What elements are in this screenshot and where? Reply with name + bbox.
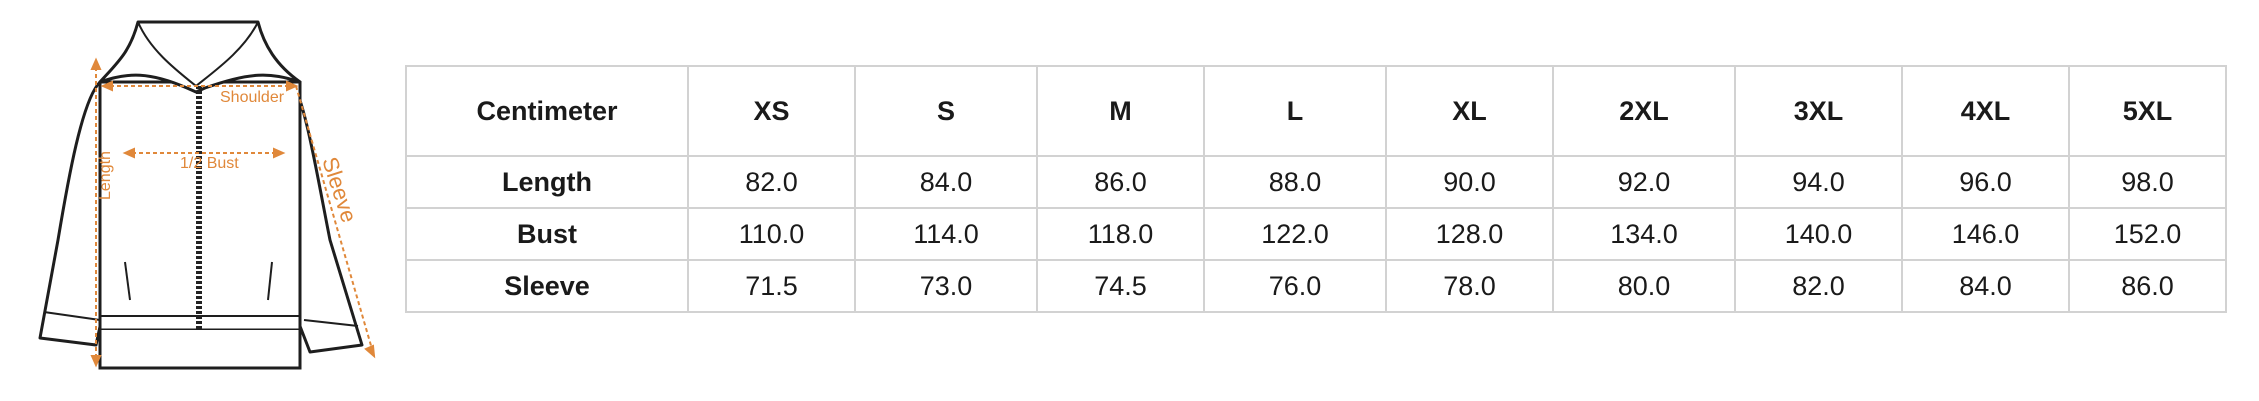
hoodie-measurement-diagram: Shoulder 1/2 Bust Length Sleeve (0, 0, 380, 401)
column-header-size: M (1036, 65, 1205, 157)
table-cell: 74.5 (1036, 259, 1205, 313)
hoodie-illustration: Shoulder 1/2 Bust Length Sleeve (38, 20, 376, 370)
table-cell: 80.0 (1552, 259, 1736, 313)
column-header-size: 4XL (1901, 65, 2070, 157)
column-header-size: S (854, 65, 1038, 157)
table-row: Bust 110.0 114.0 118.0 122.0 128.0 134.0… (405, 207, 2227, 261)
table-cell: 152.0 (2068, 207, 2227, 261)
table-cell: 86.0 (2068, 259, 2227, 313)
column-header-size: L (1203, 65, 1387, 157)
table-cell: 122.0 (1203, 207, 1387, 261)
row-label-length: Length (405, 155, 689, 209)
column-header-size: XS (687, 65, 856, 157)
column-header-unit: Centimeter (405, 65, 689, 157)
shoulder-label: Shoulder (220, 89, 285, 106)
table-cell: 82.0 (687, 155, 856, 209)
table-cell: 94.0 (1734, 155, 1903, 209)
table-row: Length 82.0 84.0 86.0 88.0 90.0 92.0 94.… (405, 155, 2227, 209)
table-cell: 71.5 (687, 259, 856, 313)
table-cell: 140.0 (1734, 207, 1903, 261)
column-header-size: 2XL (1552, 65, 1736, 157)
table-cell: 118.0 (1036, 207, 1205, 261)
column-header-size: 3XL (1734, 65, 1903, 157)
table-cell: 96.0 (1901, 155, 2070, 209)
size-chart-table: Centimeter XS S M L XL 2XL 3XL 4XL 5XL L… (405, 65, 2227, 313)
table-cell: 84.0 (854, 155, 1038, 209)
table-cell: 78.0 (1385, 259, 1554, 313)
bust-label: 1/2 Bust (180, 155, 239, 172)
table-cell: 88.0 (1203, 155, 1387, 209)
table-cell: 92.0 (1552, 155, 1736, 209)
table-cell: 128.0 (1385, 207, 1554, 261)
header-row: Centimeter XS S M L XL 2XL 3XL 4XL 5XL (405, 65, 2227, 157)
table-cell: 73.0 (854, 259, 1038, 313)
length-label: Length (97, 151, 114, 200)
hoodie-hem (98, 330, 302, 370)
table-cell: 98.0 (2068, 155, 2227, 209)
row-label-sleeve: Sleeve (405, 259, 689, 313)
table-cell: 76.0 (1203, 259, 1387, 313)
table-cell: 114.0 (854, 207, 1038, 261)
column-header-size: 5XL (2068, 65, 2227, 157)
row-label-bust: Bust (405, 207, 689, 261)
table-cell: 82.0 (1734, 259, 1903, 313)
table-cell: 110.0 (687, 207, 856, 261)
table-cell: 86.0 (1036, 155, 1205, 209)
table-row: Sleeve 71.5 73.0 74.5 76.0 78.0 80.0 82.… (405, 259, 2227, 313)
column-header-size: XL (1385, 65, 1554, 157)
table-cell: 134.0 (1552, 207, 1736, 261)
table-cell: 146.0 (1901, 207, 2070, 261)
table-cell: 84.0 (1901, 259, 2070, 313)
table-cell: 90.0 (1385, 155, 1554, 209)
